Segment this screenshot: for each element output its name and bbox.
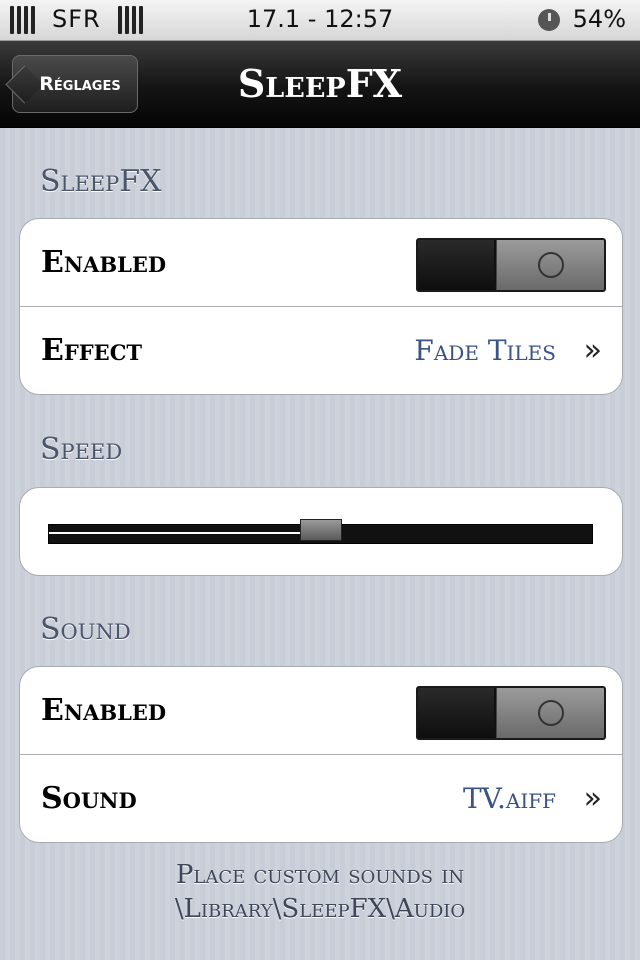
effect-row[interactable]: Effect Fade Tiles » [20,307,622,394]
speed-group [19,487,623,576]
status-bar: SFR 17.1 - 12:57 54% [0,0,640,41]
chevron-right-icon: » [583,333,602,368]
battery-level: 54% [572,5,626,33]
switch-knob [496,240,604,290]
back-button-label: Réglages [39,73,121,95]
navigation-bar: SleepFX Réglages [0,41,640,129]
sleepfx-enabled-switch[interactable] [416,238,606,292]
sound-enabled-switch[interactable] [416,686,606,740]
section-header-speed: Speed [40,432,123,467]
back-arrow-icon [5,65,44,104]
speed-slider-fill [49,532,321,534]
chevron-right-icon: » [583,781,602,816]
circle-icon [538,700,564,726]
sound-enabled-row: Enabled [20,667,622,755]
speed-slider-thumb[interactable] [299,519,342,541]
sound-row[interactable]: Sound TV.aiff » [20,755,622,842]
circle-icon [538,252,564,278]
sound-label: Sound [41,781,137,816]
sleepfx-enabled-row: Enabled [20,219,622,307]
section-header-sleepfx: SleepFX [40,164,162,199]
effect-value: Fade Tiles [414,334,556,367]
footer-note: Place custom sounds in \Library\SleepFX\… [0,858,640,926]
clock-icon [538,9,560,31]
sound-value: TV.aiff [463,782,556,815]
section-header-sound: Sound [40,612,131,647]
effect-label: Effect [41,333,143,368]
back-button[interactable]: Réglages [5,55,138,113]
footer-line-1: Place custom sounds in [175,860,465,890]
footer-line-2: \Library\SleepFX\Audio [174,894,466,924]
switch-knob [496,688,604,738]
sleepfx-group: Enabled Effect Fade Tiles » [19,218,623,395]
sleepfx-enabled-label: Enabled [41,245,167,280]
sound-group: Enabled Sound TV.aiff » [19,666,623,843]
settings-content[interactable]: SleepFX Enabled Effect Fade Tiles » Spee… [0,128,640,960]
sound-enabled-label: Enabled [41,693,167,728]
